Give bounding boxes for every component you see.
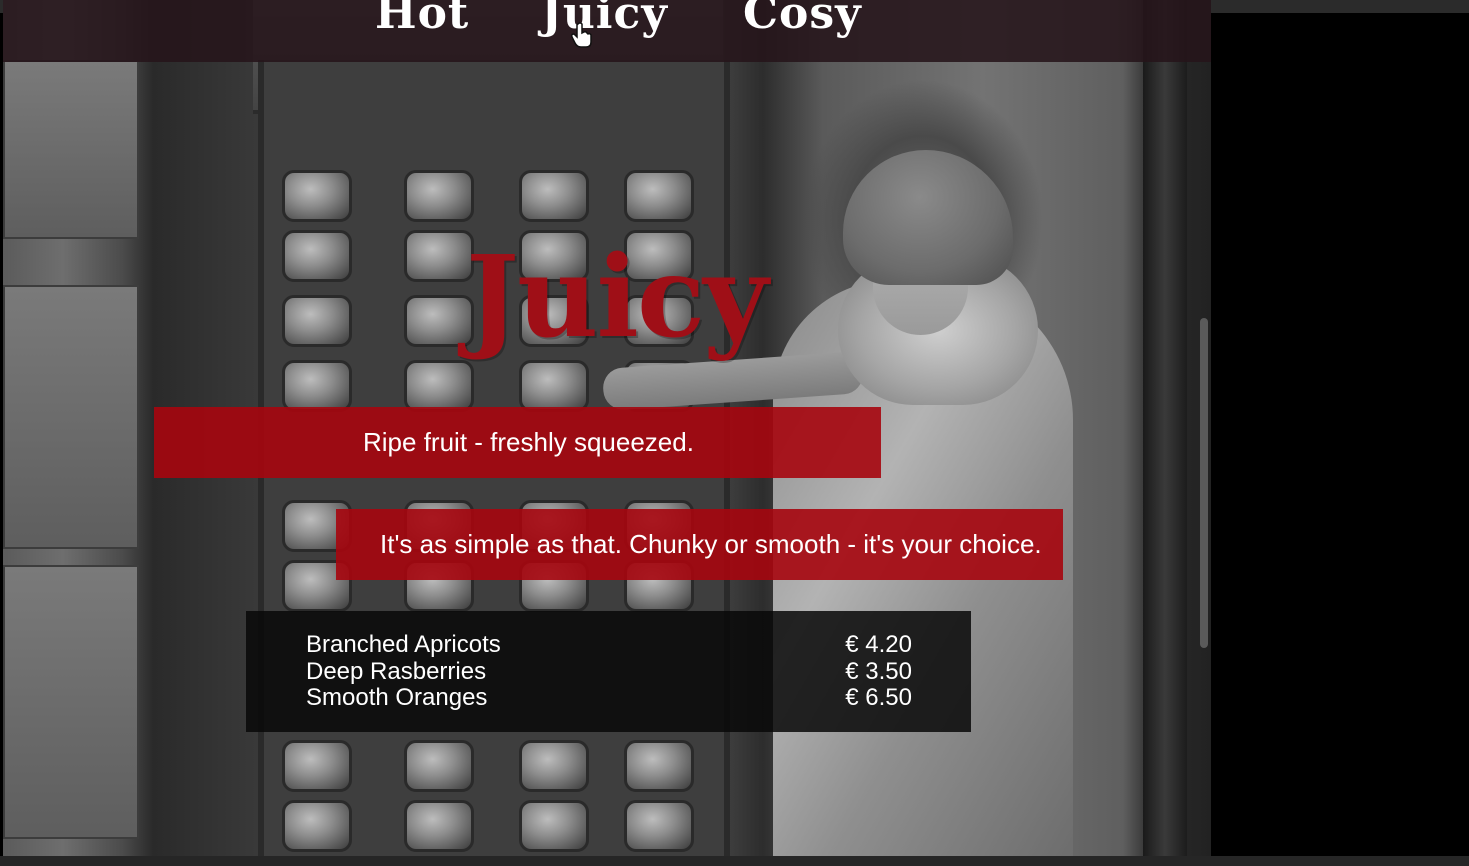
price-menu: Branched Apricots € 4.20 Deep Rasberries… [246,611,971,732]
page-title: Juicy [466,232,768,363]
menu-item-name: Branched Apricots [306,630,501,658]
description-text: It's as simple as that. Chunky or smooth… [380,529,1042,559]
hand-pointer-icon [571,22,592,48]
tagline-banner: Ripe fruit - freshly squeezed. [154,407,881,478]
menu-item-price: € 3.50 [845,657,912,685]
menu-item: Branched Apricots € 4.20 [306,631,912,658]
scrollbar-thumb[interactable] [1200,318,1208,648]
menu-item-name: Smooth Oranges [306,683,488,711]
description-banner: It's as simple as that. Chunky or smooth… [336,509,1063,580]
top-navigation: Hot Juicy Cosy [3,0,1211,62]
stone-wall [3,60,143,856]
woman-cloche-hat [843,150,1013,285]
tagline-text: Ripe fruit - freshly squeezed. [363,427,694,457]
nav-link-juicy[interactable]: Juicy [541,0,668,39]
page-viewport: Hot Juicy Cosy Juicy Ripe fruit - freshl… [3,0,1211,856]
menu-item: Smooth Oranges € 6.50 [306,684,912,711]
menu-item-name: Deep Rasberries [306,657,487,685]
window-bottom-edge [0,856,1469,866]
dark-pillar [1143,0,1187,856]
menu-item-price: € 6.50 [845,683,912,711]
menu-item: Deep Rasberries € 3.50 [306,658,912,685]
nav-link-hot[interactable]: Hot [375,0,469,39]
menu-item-price: € 4.20 [845,630,912,658]
nav-link-cosy[interactable]: Cosy [743,0,862,39]
